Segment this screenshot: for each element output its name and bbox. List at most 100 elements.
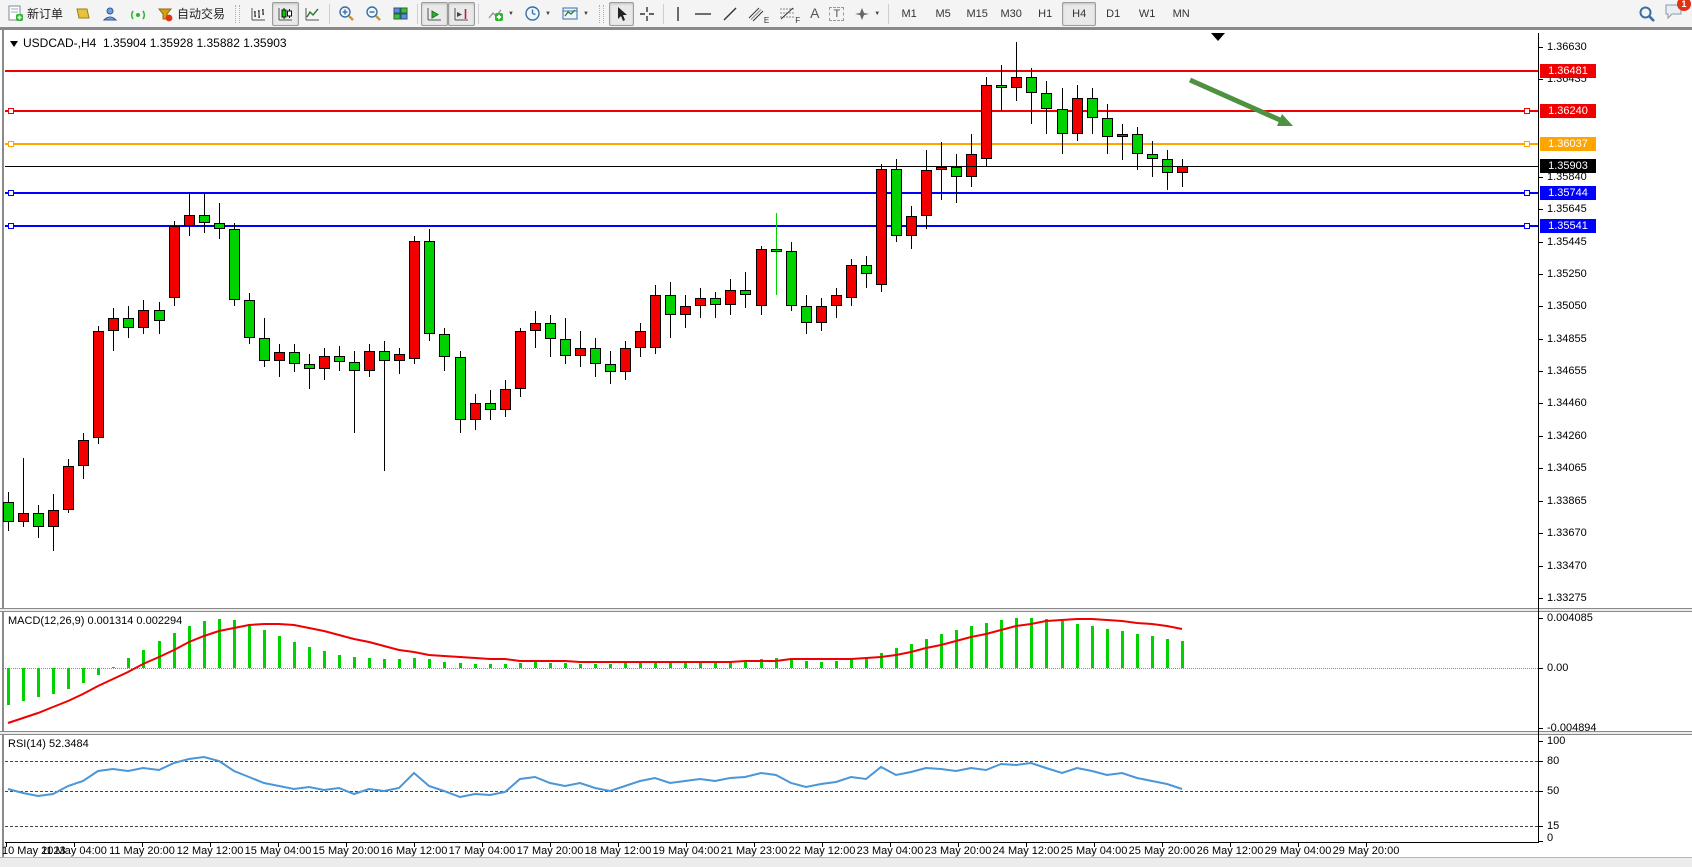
horizontal-line-icon xyxy=(694,6,712,22)
candle-body xyxy=(545,323,556,339)
auto-scroll-button[interactable] xyxy=(421,2,448,26)
toolbar-right-group: 1 xyxy=(1638,2,1684,25)
candle-body xyxy=(1011,77,1022,88)
search-icon[interactable] xyxy=(1638,5,1656,23)
horizontal-level-line[interactable] xyxy=(5,110,1538,112)
quotes-button[interactable] xyxy=(68,2,96,26)
timeframe-h4-button[interactable]: H4 xyxy=(1062,2,1096,26)
line-handle[interactable] xyxy=(1524,141,1530,147)
horizontal-level-line[interactable] xyxy=(5,192,1538,194)
horizontal-level-line[interactable] xyxy=(5,70,1538,72)
macd-histogram-bar xyxy=(654,662,657,668)
time-axis-label: 11 May 20:00 xyxy=(104,845,180,857)
time-axis-label: 23 May 04:00 xyxy=(852,845,928,857)
chart-symbol-period: USDCAD-,H4 xyxy=(23,36,96,50)
tile-windows-button[interactable] xyxy=(387,2,414,26)
macd-histogram-bar xyxy=(158,641,161,668)
periods-dropdown-caret[interactable]: ▼ xyxy=(545,11,551,17)
signals-button[interactable] xyxy=(124,2,152,26)
candle-body xyxy=(756,249,767,306)
price-axis-label: 1.34460 xyxy=(1547,397,1587,409)
candle-body xyxy=(439,334,450,357)
rsi-pane-splitter[interactable] xyxy=(0,731,1692,735)
equidistant-channel-tool-button[interactable]: E xyxy=(743,2,774,26)
macd-histogram-bar xyxy=(203,621,206,668)
macd-histogram-bar xyxy=(67,668,70,689)
macd-histogram-bar xyxy=(474,664,477,668)
price-axis-tick xyxy=(1538,371,1543,372)
candle-body xyxy=(1057,109,1068,134)
text-label-tool-button[interactable]: T xyxy=(824,2,849,26)
line-handle[interactable] xyxy=(1524,223,1530,229)
cursor-tool-button[interactable] xyxy=(609,2,634,26)
arrows-dropdown-caret[interactable]: ▼ xyxy=(874,11,880,17)
macd-histogram-bar xyxy=(925,639,928,668)
bar-chart-button[interactable] xyxy=(245,2,272,26)
timeframe-m30-button[interactable]: M30 xyxy=(994,2,1028,26)
macd-histogram-bar xyxy=(564,663,567,668)
indicators-button[interactable]: ▼ xyxy=(482,2,519,26)
chart-shift-button[interactable] xyxy=(448,2,475,26)
price-axis-tick xyxy=(1538,566,1543,567)
templates-button[interactable]: ▼ xyxy=(556,2,594,26)
chart-window[interactable]: USDCAD-,H4 1.35904 1.35928 1.35882 1.359… xyxy=(0,30,1692,867)
toolbar-grip[interactable] xyxy=(235,5,240,23)
candle-body xyxy=(169,226,180,298)
equidistant-channel-icon xyxy=(748,6,764,22)
timeframe-w1-button[interactable]: W1 xyxy=(1130,2,1164,26)
cursor-icon xyxy=(614,6,629,22)
templates-dropdown-caret[interactable]: ▼ xyxy=(583,11,589,17)
chart-collapse-arrow[interactable] xyxy=(10,41,18,47)
line-handle[interactable] xyxy=(1524,108,1530,114)
macd-pane-splitter[interactable] xyxy=(0,608,1692,612)
zoom-out-button[interactable] xyxy=(360,2,387,26)
timeframe-mn-button[interactable]: MN xyxy=(1164,2,1198,26)
macd-histogram-bar xyxy=(835,661,838,668)
candle-wick xyxy=(1016,42,1017,101)
macd-histogram-bar xyxy=(112,667,115,668)
toolbar-grip[interactable] xyxy=(599,5,604,23)
line-handle[interactable] xyxy=(8,190,14,196)
ohlc-low: 1.35882 xyxy=(196,36,239,50)
new-order-button[interactable]: 新订单 xyxy=(2,2,68,26)
line-handle[interactable] xyxy=(8,108,14,114)
timeframe-h1-button[interactable]: H1 xyxy=(1028,2,1062,26)
timeframe-m1-button[interactable]: M1 xyxy=(892,2,926,26)
horizontal-line-tool-button[interactable] xyxy=(689,2,717,26)
macd-histogram-bar xyxy=(910,644,913,668)
macd-histogram-bar xyxy=(1076,624,1079,668)
vertical-line-tool-button[interactable] xyxy=(667,2,689,26)
text-tool-button[interactable]: A xyxy=(805,2,824,26)
line-handle[interactable] xyxy=(8,223,14,229)
line-handle[interactable] xyxy=(1524,190,1530,196)
profile-icon xyxy=(101,6,119,22)
zoom-in-button[interactable] xyxy=(333,2,360,26)
time-axis-label: 18 May 12:00 xyxy=(580,845,656,857)
chart-shift-marker[interactable] xyxy=(1211,33,1225,41)
candle-wick xyxy=(715,292,716,318)
price-axis-tick xyxy=(1538,274,1543,275)
price-axis-tick xyxy=(1538,339,1543,340)
line-handle[interactable] xyxy=(8,141,14,147)
autotrading-button[interactable]: 自动交易 xyxy=(152,2,230,26)
fibonacci-tool-button[interactable]: F xyxy=(774,2,805,26)
notifications-button[interactable]: 1 xyxy=(1664,2,1684,25)
chart-title: USDCAD-,H4 1.35904 1.35928 1.35882 1.359… xyxy=(10,36,287,50)
arrows-tool-button[interactable]: ▼ xyxy=(849,2,885,26)
candle-body xyxy=(424,241,435,334)
timeframe-m5-button[interactable]: M5 xyxy=(926,2,960,26)
price-axis-label: 1.35645 xyxy=(1547,203,1587,215)
trendline-tool-button[interactable] xyxy=(717,2,743,26)
price-axis-label: 1.33470 xyxy=(1547,560,1587,572)
market-watch-button[interactable] xyxy=(96,2,124,26)
timeframe-m15-button[interactable]: M15 xyxy=(960,2,994,26)
indicators-dropdown-caret[interactable]: ▼ xyxy=(508,11,514,17)
periods-button[interactable]: ▼ xyxy=(519,2,556,26)
rsi-axis-label: 15 xyxy=(1547,820,1559,832)
horizontal-level-line[interactable] xyxy=(5,143,1538,145)
crosshair-tool-button[interactable] xyxy=(634,2,660,26)
line-chart-button[interactable] xyxy=(299,2,326,26)
candlestick-chart-button[interactable] xyxy=(272,2,299,26)
timeframe-d1-button[interactable]: D1 xyxy=(1096,2,1130,26)
price-axis-tick xyxy=(1538,533,1543,534)
